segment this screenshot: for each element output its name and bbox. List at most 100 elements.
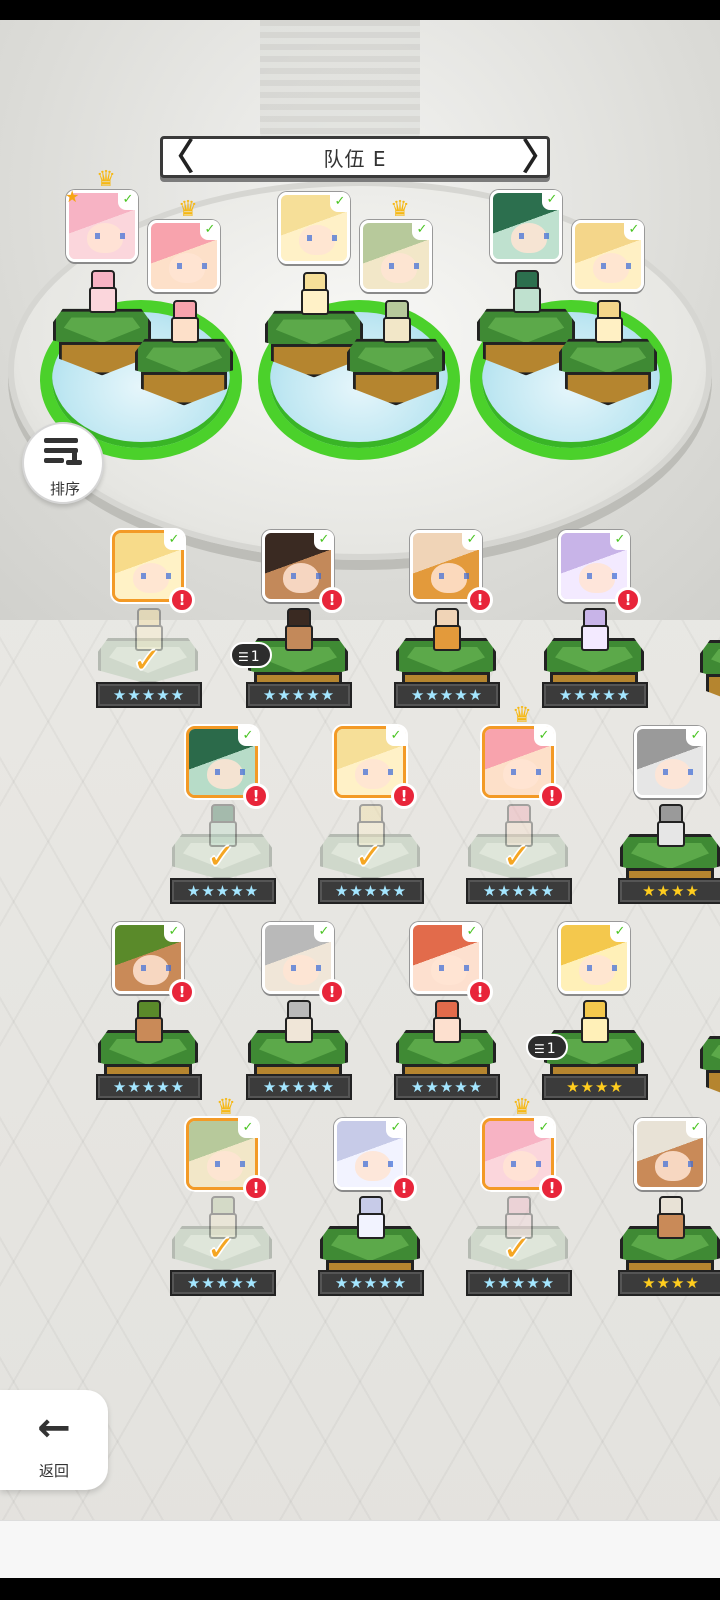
hero-portrait[interactable]: ✓ ♛ bbox=[360, 199, 432, 292]
alert-icon: ! bbox=[391, 783, 417, 809]
leaf-element-icon: ✓ bbox=[238, 1118, 258, 1138]
hero-portrait[interactable]: ✓ bbox=[634, 726, 706, 798]
alert-icon: ! bbox=[539, 783, 565, 809]
hero-portrait[interactable]: ✓! bbox=[112, 530, 195, 613]
hero-portrait[interactable]: ✓! bbox=[262, 922, 345, 1005]
leaf-element-icon: ✓ bbox=[534, 1118, 554, 1138]
star-rating: ★★★★★ bbox=[542, 682, 648, 708]
alert-icon: ! bbox=[169, 979, 195, 1005]
crown-icon: ♛ bbox=[390, 197, 410, 222]
hero-portrait[interactable]: ✓! bbox=[334, 1118, 417, 1201]
leaf-element-icon: ✓ bbox=[624, 220, 644, 240]
star-rating: ★★★★ bbox=[542, 1074, 648, 1100]
hero-sprite bbox=[426, 1000, 464, 1043]
hero-portrait[interactable]: ✓ ♛ bbox=[148, 199, 220, 292]
star-rating: ★★★★★ bbox=[96, 682, 202, 708]
hero-sprite bbox=[164, 300, 202, 343]
alert-icon: ! bbox=[539, 1175, 565, 1201]
hero-sprite bbox=[278, 608, 316, 651]
next-team-arrow-icon[interactable]: 〉 bbox=[522, 138, 558, 178]
hero-portrait[interactable]: ✓ bbox=[558, 922, 630, 994]
leaf-element-icon: ✓ bbox=[314, 922, 334, 942]
alert-icon: ! bbox=[467, 587, 493, 613]
crown-icon: ♛ bbox=[96, 167, 116, 192]
stack-icon: ☰ bbox=[238, 650, 249, 664]
pedestal-base bbox=[564, 372, 652, 406]
hero-sprite bbox=[650, 804, 688, 847]
alert-icon: ! bbox=[243, 783, 269, 809]
prev-team-arrow-icon[interactable]: 〈 bbox=[158, 138, 194, 178]
hero-portrait[interactable]: ✓! bbox=[558, 530, 641, 613]
hero-portrait[interactable]: ✓! bbox=[410, 922, 493, 1005]
star-rating: ★★★★★ bbox=[246, 1074, 352, 1100]
hero-portrait[interactable]: ✓! bbox=[334, 726, 417, 809]
star-rating: ★★★★★ bbox=[170, 1270, 276, 1296]
leaf-element-icon: ✓ bbox=[118, 190, 138, 210]
pedestal-base bbox=[706, 674, 720, 708]
sort-button[interactable]: 排序 bbox=[22, 422, 104, 504]
hero-sprite bbox=[82, 270, 120, 313]
hero-portrait[interactable]: ✓! bbox=[112, 922, 195, 1005]
hero-pedestal bbox=[559, 338, 657, 408]
star-rating: ★★★★★ bbox=[394, 682, 500, 708]
sort-label: 排序 bbox=[49, 480, 80, 498]
in-team-check-icon: ✓ bbox=[206, 837, 236, 877]
back-button[interactable]: ← 返回 bbox=[0, 1390, 108, 1490]
leaf-element-icon: ✓ bbox=[686, 1118, 706, 1138]
hero-portrait[interactable]: ✓! bbox=[186, 726, 269, 809]
crown-icon: ♛ bbox=[512, 703, 532, 728]
pedestal-base bbox=[58, 342, 146, 376]
leaf-element-icon: ✓ bbox=[534, 726, 554, 746]
hero-pedestal bbox=[700, 1036, 720, 1106]
leaf-element-icon: ✓ bbox=[610, 530, 630, 550]
in-team-check-icon: ✓ bbox=[132, 641, 162, 681]
crown-icon: ♛ bbox=[178, 197, 198, 222]
star-rating: ★★★★ bbox=[618, 878, 720, 904]
alert-icon: ! bbox=[169, 587, 195, 613]
alert-icon: ! bbox=[319, 979, 345, 1005]
hero-portrait[interactable]: ✓ ♛! bbox=[186, 1097, 269, 1201]
hero-portrait[interactable]: ✓ ♛! bbox=[482, 705, 565, 809]
in-team-check-icon: ✓ bbox=[354, 837, 384, 877]
hero-portrait[interactable]: ✓! bbox=[262, 530, 345, 613]
hero-sprite bbox=[650, 1196, 688, 1239]
hero-portrait[interactable]: ✓ ♛! bbox=[482, 1097, 565, 1201]
leaf-element-icon: ✓ bbox=[314, 530, 334, 550]
hero-sprite bbox=[574, 608, 612, 651]
system-nav-bar bbox=[0, 1578, 720, 1600]
star-rating: ★★★★★ bbox=[170, 878, 276, 904]
star-rating: ★★★★★ bbox=[318, 878, 424, 904]
alert-icon: ! bbox=[319, 587, 345, 613]
alert-icon: ! bbox=[243, 1175, 269, 1201]
hero-portrait[interactable]: ✓ bbox=[634, 1118, 706, 1190]
hero-portrait[interactable]: ✓ bbox=[572, 220, 644, 292]
pedestal-base bbox=[706, 1070, 720, 1104]
leaf-element-icon: ✓ bbox=[238, 726, 258, 746]
leaf-element-icon: ✓ bbox=[386, 726, 406, 746]
hero-portrait[interactable]: ✓ bbox=[278, 192, 350, 264]
sort-lines-icon bbox=[44, 436, 84, 468]
star-rating: ★★★★★ bbox=[394, 1074, 500, 1100]
star-marker-icon: ★ bbox=[65, 187, 80, 206]
alert-icon: ! bbox=[615, 587, 641, 613]
in-team-check-icon: ✓ bbox=[206, 1229, 236, 1269]
stack-icon: ☰ bbox=[534, 1042, 545, 1056]
hero-portrait[interactable]: ✓ ♛ ★ bbox=[65, 169, 138, 262]
leaf-element-icon: ✓ bbox=[330, 192, 350, 212]
in-team-check-icon: ✓ bbox=[502, 837, 532, 877]
hero-portrait[interactable]: ✓! bbox=[410, 530, 493, 613]
star-rating: ★★★★ bbox=[618, 1270, 720, 1296]
bottom-strip bbox=[0, 1520, 720, 1578]
crown-icon: ♛ bbox=[512, 1095, 532, 1120]
leaf-element-icon: ✓ bbox=[542, 190, 562, 210]
pedestal-base bbox=[140, 372, 228, 406]
crown-icon: ♛ bbox=[216, 1095, 236, 1120]
duplicate-count: 1 bbox=[546, 1041, 556, 1057]
leaf-element-icon: ✓ bbox=[412, 220, 432, 240]
leaf-element-icon: ✓ bbox=[164, 530, 184, 550]
pedestal-base bbox=[270, 344, 358, 378]
leaf-element-icon: ✓ bbox=[462, 922, 482, 942]
hero-portrait[interactable]: ✓ bbox=[490, 190, 562, 262]
alert-icon: ! bbox=[467, 979, 493, 1005]
duplicate-count-badge: ☰ 1 bbox=[526, 1034, 568, 1060]
